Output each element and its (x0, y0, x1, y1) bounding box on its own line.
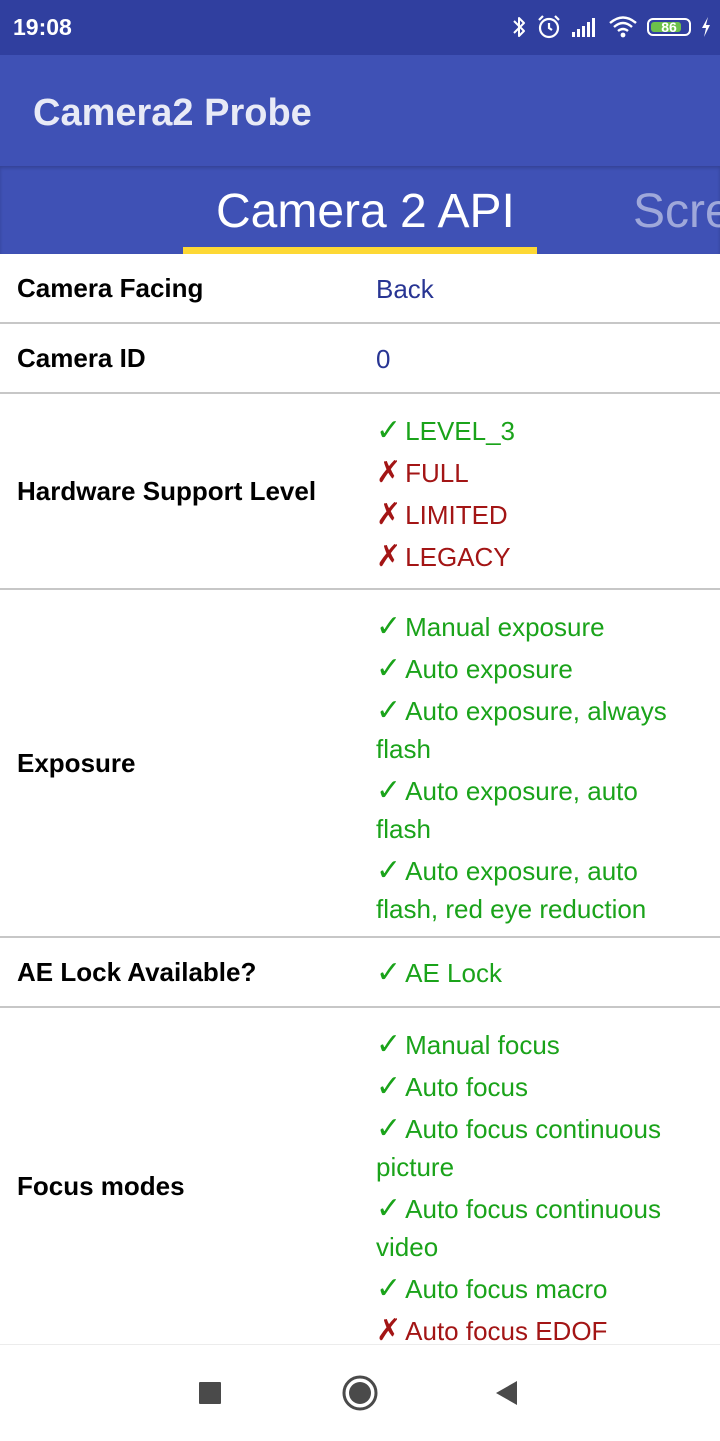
list-item: ✓ Auto focus (376, 1068, 696, 1106)
row-hardware-support-level: Hardware Support Level ✓ LEVEL_3 ✗ FULL ✗ L… (0, 394, 720, 590)
list-item: ✓ Auto exposure (376, 650, 696, 688)
row-values: 0 (376, 343, 696, 375)
cross-icon: ✗ (376, 540, 402, 573)
cross-icon: ✗ (376, 498, 402, 531)
list-item: ✗ Auto focus EDOF (376, 1312, 696, 1344)
app-bar: Camera2 Probe (0, 55, 720, 166)
recents-button[interactable] (186, 1369, 234, 1417)
list-item: ✓ Auto focus macro (376, 1270, 696, 1308)
list-item: ✓ LEVEL_3 (376, 412, 696, 450)
status-bar: 19:08 86 (0, 0, 720, 55)
check-icon: ✓ (376, 1112, 402, 1145)
home-icon (342, 1375, 378, 1411)
list-item: ✓ AE Lock (376, 954, 696, 992)
navigation-bar (0, 1344, 720, 1441)
wifi-icon (608, 15, 638, 39)
charging-icon (700, 16, 712, 38)
properties-list[interactable]: Camera Facing Back Camera ID 0 Hardware … (0, 254, 720, 1344)
row-values: ✓ LEVEL_3 ✗ FULL ✗ LIMITED ✗ LEGACY (376, 412, 696, 580)
row-label: Focus modes (17, 1171, 185, 1201)
check-icon: ✓ (376, 610, 402, 643)
camera-id-value: 0 (376, 344, 391, 374)
cross-icon: ✗ (376, 456, 402, 489)
battery-icon: 86 (647, 18, 691, 36)
signal-icon (571, 16, 599, 38)
alarm-icon (536, 14, 562, 40)
check-icon: ✓ (376, 1192, 402, 1225)
row-camera-id: Camera ID 0 (0, 324, 720, 394)
row-values: Back (376, 273, 696, 305)
row-values: ✓ Manual exposure ✓ Auto exposure ✓ Auto ex… (376, 608, 696, 932)
battery-level: 86 (661, 19, 677, 35)
bluetooth-icon (511, 15, 527, 39)
check-icon: ✓ (376, 774, 402, 807)
tab-screen[interactable]: Scre (633, 184, 720, 240)
back-button[interactable] (482, 1369, 530, 1417)
row-ae-lock: AE Lock Available? ✓ AE Lock (0, 938, 720, 1008)
row-exposure: Exposure ✓ Manual exposure ✓ Auto exposure… (0, 590, 720, 938)
tab-indicator (183, 247, 537, 254)
row-label: Hardware Support Level (17, 476, 317, 506)
list-item: ✓ Auto exposure, auto flash, red eye redu… (376, 854, 647, 924)
check-icon: ✓ (376, 414, 402, 447)
list-item: ✓ Manual exposure (376, 608, 696, 646)
tab-camera2-api[interactable]: Camera 2 API (216, 184, 515, 240)
row-label: Exposure (17, 748, 136, 778)
status-time: 19:08 (13, 14, 72, 40)
check-icon: ✓ (376, 1272, 402, 1305)
check-icon: ✓ (376, 694, 402, 727)
app-title: Camera2 Probe (33, 92, 312, 134)
list-item: ✓ Manual focus (376, 1026, 696, 1064)
row-label: Camera ID (17, 343, 146, 373)
list-item: ✗ LEGACY (376, 538, 696, 576)
list-item: ✓ Auto focus continuous video (376, 1192, 661, 1262)
tab-bar: Camera 2 API Scre (0, 166, 720, 254)
check-icon: ✓ (376, 1028, 402, 1061)
status-icons: 86 (511, 10, 712, 44)
list-item: ✓ Auto focus continuous picture (376, 1112, 661, 1182)
check-icon: ✓ (376, 1070, 402, 1103)
cross-icon: ✗ (376, 1314, 402, 1344)
home-button[interactable] (336, 1369, 384, 1417)
row-values: ✓ AE Lock (376, 954, 696, 996)
camera-facing-value: Back (376, 274, 434, 304)
row-camera-facing: Camera Facing Back (0, 254, 720, 324)
row-focus-modes: Focus modes ✓ Manual focus ✓ Auto focus ✓ A… (0, 1008, 720, 1344)
row-values: ✓ Manual focus ✓ Auto focus ✓ Auto focus co… (376, 1026, 696, 1344)
list-item: ✓ Auto exposure, always flash (376, 694, 667, 764)
check-icon: ✓ (376, 652, 402, 685)
back-icon (496, 1381, 517, 1405)
list-item: ✗ FULL (376, 454, 696, 492)
row-label: Camera Facing (17, 273, 204, 303)
row-label: AE Lock Available? (17, 957, 257, 987)
check-icon: ✓ (376, 956, 402, 989)
list-item: ✗ LIMITED (376, 496, 696, 534)
recents-icon (199, 1382, 221, 1404)
check-icon: ✓ (376, 854, 402, 887)
list-item: ✓ Auto exposure, auto flash (376, 774, 638, 844)
